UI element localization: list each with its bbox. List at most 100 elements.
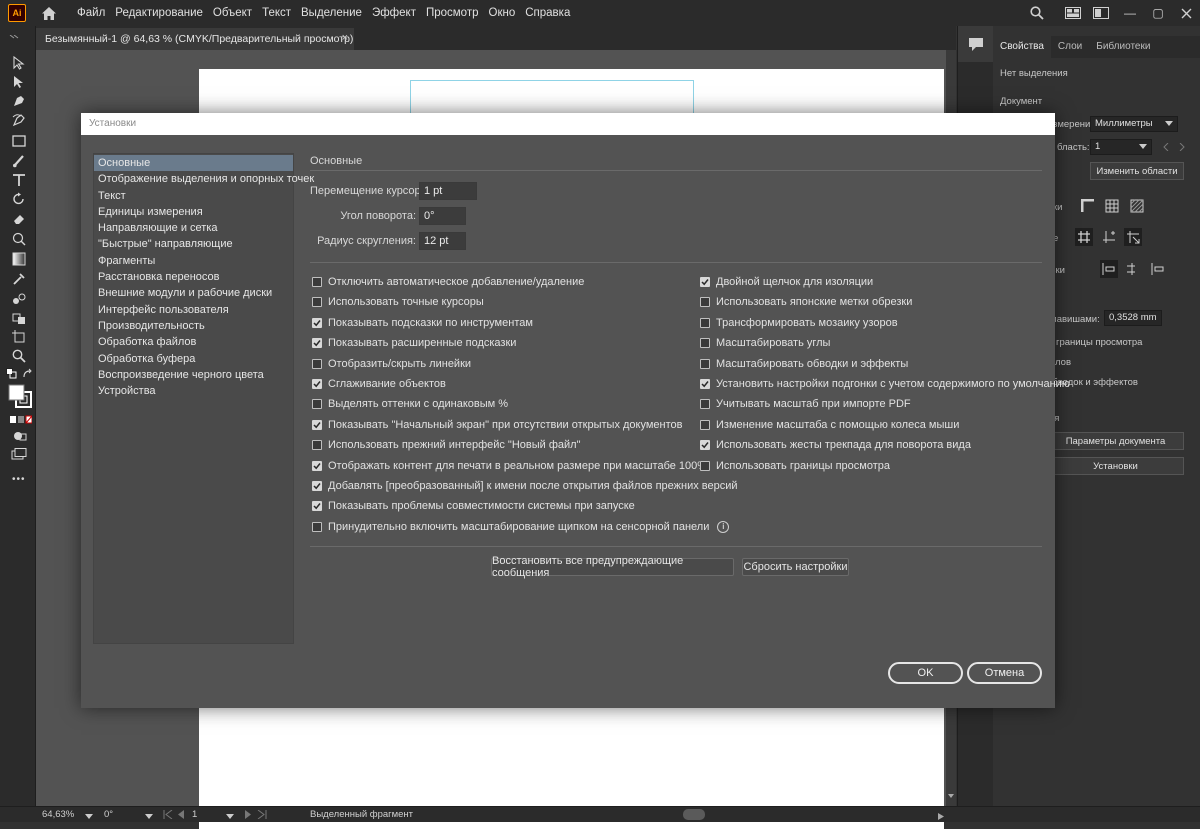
left-option-row[interactable]: Принудительно включить масштабирование щ…	[312, 519, 730, 535]
category-units[interactable]: Единицы измерения	[94, 204, 293, 220]
left-option-row[interactable]: Сглаживание объектов	[312, 376, 446, 392]
checkbox[interactable]	[700, 440, 710, 451]
checkbox[interactable]	[312, 419, 322, 430]
zoom-tool-icon[interactable]	[9, 347, 29, 365]
left-option-row[interactable]: Выделять оттенки с одинаковым %	[312, 396, 508, 412]
checkbox[interactable]	[700, 379, 710, 389]
workspace-switcher-icon[interactable]	[1088, 2, 1114, 24]
first-artboard-icon[interactable]	[163, 809, 173, 822]
reset-preferences-button[interactable]: Сбросить настройки	[742, 558, 849, 576]
document-tab[interactable]: Безымянный-1 @ 64,63 % (CMYK/Предварител…	[36, 28, 354, 50]
rectangle-tool-icon[interactable]	[9, 132, 29, 150]
blend-tool-icon[interactable]	[9, 290, 29, 308]
menu-help[interactable]: Справка	[520, 7, 575, 19]
checkbox[interactable]	[312, 481, 322, 491]
menu-object[interactable]: Объект	[208, 7, 257, 19]
panel-collapse-grip[interactable]	[6, 30, 30, 39]
close-tab-button[interactable]: ×	[342, 32, 348, 44]
info-icon[interactable]: i	[717, 520, 730, 533]
artboard-dropdown[interactable]: 1	[1090, 139, 1152, 155]
preferences-button[interactable]: Установки	[1047, 457, 1184, 475]
checkbox[interactable]	[312, 297, 322, 308]
document-setup-button[interactable]: Параметры документа	[1047, 432, 1184, 450]
left-option-row[interactable]: Отображать контент для печати в реальном…	[312, 458, 707, 474]
checkbox[interactable]	[700, 358, 710, 369]
checkbox[interactable]	[312, 358, 322, 369]
category-selection-anchor-display[interactable]: Отображение выделения и опорных точек	[94, 171, 314, 187]
next-artboard-icon[interactable]	[1173, 138, 1191, 156]
close-window-button[interactable]	[1172, 2, 1200, 24]
previous-artboard-status-icon[interactable]	[177, 810, 185, 822]
grid-icon[interactable]	[1103, 197, 1121, 215]
right-option-row[interactable]: Учитывать масштаб при импорте PDF	[700, 396, 911, 412]
right-option-row[interactable]: Масштабировать обводки и эффекты	[700, 356, 908, 372]
rulers-icon[interactable]	[1079, 197, 1097, 215]
left-option-row[interactable]: Показывать проблемы совместимости систем…	[312, 498, 635, 514]
paintbrush-tool-icon[interactable]	[9, 152, 29, 170]
checkbox[interactable]	[312, 379, 322, 389]
keyboard-increment-input[interactable]: 1 pt	[419, 182, 477, 200]
transparency-grid-icon[interactable]	[1128, 197, 1146, 215]
checkbox[interactable]	[312, 460, 322, 471]
left-option-row[interactable]: Отключить автоматическое добавление/удал…	[312, 274, 584, 290]
comments-panel-button[interactable]	[958, 26, 994, 62]
category-slices[interactable]: Фрагменты	[94, 253, 293, 269]
tab-layers[interactable]: Слои	[1051, 36, 1089, 58]
checkbox[interactable]	[312, 440, 322, 451]
tab-libraries[interactable]: Библиотеки	[1089, 36, 1157, 58]
left-option-row[interactable]: Использовать точные курсоры	[312, 294, 484, 310]
category-general[interactable]: Основные	[94, 155, 293, 172]
curvature-tool-icon[interactable]	[9, 111, 29, 129]
drawing-modes-icon[interactable]	[13, 430, 27, 442]
checkbox[interactable]	[312, 501, 322, 512]
left-option-row[interactable]: Использовать прежний интерфейс "Новый фа…	[312, 437, 580, 453]
checkbox[interactable]	[700, 419, 710, 430]
units-dropdown[interactable]: Миллиметры	[1090, 116, 1178, 132]
pixel-grid-icon[interactable]	[1124, 228, 1142, 246]
right-option-row[interactable]: Трансформировать мозаику узоров	[700, 315, 898, 331]
rotation-dropdown-icon[interactable]	[145, 811, 153, 823]
category-plugins-scratch-disks[interactable]: Внешние модули и рабочие диски	[94, 285, 293, 301]
checkbox[interactable]	[700, 277, 710, 287]
artboard-number[interactable]: 1	[192, 808, 197, 822]
checkbox[interactable]	[312, 399, 322, 410]
right-option-row[interactable]: Двойной щелчок для изоляции	[700, 274, 873, 290]
right-option-row[interactable]: Установить настройки подгонки с учетом с…	[700, 376, 1070, 392]
width-tool-icon[interactable]	[9, 230, 29, 248]
scroll-right-arrow-icon[interactable]	[938, 811, 944, 823]
category-performance[interactable]: Производительность	[94, 318, 293, 334]
checkbox[interactable]	[700, 399, 710, 410]
checkbox[interactable]	[700, 317, 710, 328]
keyboard-increment-field[interactable]: 0,3528 mm	[1104, 310, 1162, 326]
last-artboard-icon[interactable]	[257, 809, 267, 822]
gradient-tool-icon[interactable]	[9, 250, 29, 268]
fill-stroke-icon[interactable]	[8, 384, 32, 408]
reset-all-warnings-button[interactable]: Восстановить все предупреждающие сообщен…	[491, 555, 734, 579]
swap-colors-icon[interactable]	[22, 368, 34, 380]
menu-effect[interactable]: Эффект	[367, 7, 421, 19]
screen-mode-icon[interactable]	[11, 448, 27, 460]
edit-artboards-button[interactable]: Изменить области	[1090, 162, 1184, 180]
constrain-angle-input[interactable]: 0°	[419, 207, 466, 225]
category-appearance-of-black[interactable]: Воспроизведение черного цвета	[94, 367, 293, 383]
menu-edit[interactable]: Редактирование	[110, 7, 208, 19]
menu-type[interactable]: Текст	[257, 7, 296, 19]
pen-tool-icon[interactable]	[9, 92, 29, 110]
eraser-tool-icon[interactable]	[9, 210, 29, 228]
zoom-dropdown-icon[interactable]	[85, 811, 93, 823]
snap-to-glyph-icon[interactable]	[1124, 260, 1142, 278]
snap-to-pixel-icon[interactable]	[1149, 260, 1167, 278]
direct-selection-tool-icon[interactable]	[9, 73, 29, 91]
search-icon[interactable]	[1024, 2, 1050, 24]
category-clipboard-handling[interactable]: Обработка буфера	[94, 351, 293, 367]
type-tool-icon[interactable]	[9, 171, 29, 189]
checkbox[interactable]	[312, 277, 322, 287]
artboard-dropdown-icon[interactable]	[226, 811, 234, 823]
menu-view[interactable]: Просмотр	[421, 7, 484, 19]
home-icon[interactable]	[38, 2, 60, 24]
left-option-row[interactable]: Показывать "Начальный экран" при отсутст…	[312, 417, 682, 433]
category-smart-guides[interactable]: "Быстрые" направляющие	[94, 236, 293, 252]
eyedropper-tool-icon[interactable]	[9, 270, 29, 288]
selection-tool-icon[interactable]	[9, 54, 29, 72]
dialog-title[interactable]: Установки	[81, 113, 1055, 135]
